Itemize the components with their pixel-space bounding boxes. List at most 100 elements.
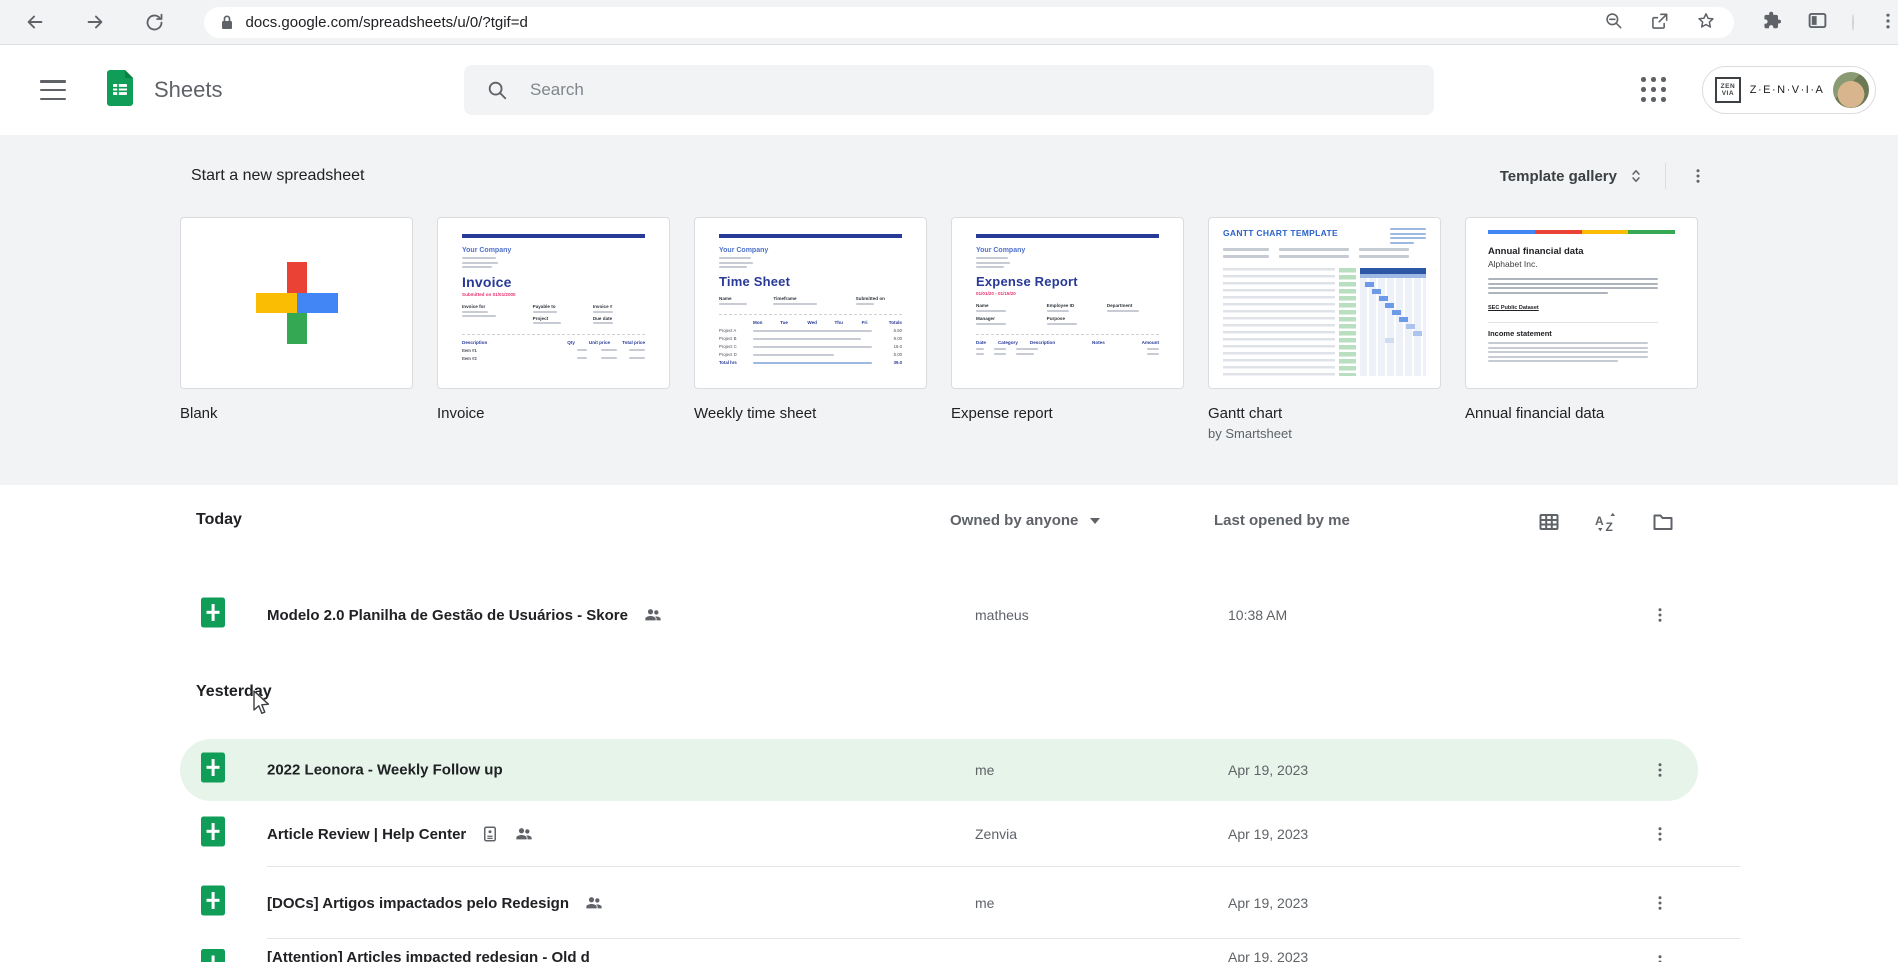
- file-owner: me: [975, 895, 995, 911]
- thumb-fields: Invoice for Payable to Project Invoice # D…: [462, 304, 645, 327]
- template-card-annual: Annual financial data Alphabet Inc. SEC …: [1465, 217, 1698, 441]
- sort-az-icon: AZ: [1595, 512, 1615, 534]
- template-sublabel: by Smartsheet: [1208, 426, 1292, 441]
- google-color-bar: [1488, 230, 1675, 234]
- template-label: Weekly time sheet: [694, 405, 817, 422]
- template-card-blank: Blank: [180, 217, 413, 441]
- star-icon: [1698, 12, 1714, 28]
- owner-filter-button[interactable]: Owned by anyone: [950, 512, 1101, 529]
- template-label: Expense report: [951, 405, 1053, 422]
- file-owner: me: [975, 762, 995, 778]
- kebab-menu-icon: [1658, 763, 1662, 777]
- app-header: Sheets Search ZEN VIA Z·E·N·V·I·A: [0, 45, 1898, 135]
- browser-profile-button[interactable]: [1852, 13, 1855, 31]
- divider: [1665, 163, 1666, 189]
- last-opened-sort-button[interactable]: Last opened by me: [1214, 512, 1350, 529]
- forward-icon: [87, 15, 103, 29]
- file-owner: matheus: [975, 607, 1029, 623]
- puzzle-icon: [1764, 11, 1782, 29]
- google-plus-icon: [255, 262, 338, 344]
- folder-icon: [1653, 514, 1673, 530]
- sheets-file-icon: [201, 816, 225, 852]
- template-card-expense: Your Company Expense Report 01/01/20 - 0…: [951, 217, 1184, 441]
- extensions-button[interactable]: [1762, 10, 1783, 34]
- sheets-file-icon: [201, 597, 225, 633]
- sheets-logo-icon[interactable]: [100, 68, 140, 113]
- sort-az-button[interactable]: AZ: [1592, 508, 1620, 536]
- zenvia-logo: ZEN VIA: [1715, 77, 1741, 103]
- back-button[interactable]: [22, 9, 48, 35]
- caret-down-icon: [1090, 517, 1101, 524]
- thumb-text-block: [719, 257, 902, 268]
- share-icon: [1652, 13, 1668, 29]
- file-row[interactable]: Article Review | Help Center Zenvia Apr …: [0, 801, 1898, 867]
- search-input[interactable]: Search: [464, 65, 1434, 115]
- account-avatar[interactable]: [1833, 72, 1869, 108]
- template-section-header: Start a new spreadsheet Template gallery: [180, 135, 1710, 217]
- file-title: Modelo 2.0 Planilha de Gestão de Usuário…: [267, 606, 628, 624]
- browser-toolbar: docs.google.com/spreadsheets/u/0/?tgif=d: [0, 0, 1898, 45]
- row-menu-button[interactable]: [1647, 890, 1673, 916]
- file-row[interactable]: [DOCs] Artigos impactados pelo Redesign …: [0, 867, 1898, 939]
- bookmark-star-button[interactable]: [1696, 11, 1716, 34]
- browser-avatar: [1852, 13, 1855, 31]
- zoom-out-button[interactable]: [1604, 11, 1624, 34]
- file-row-selected[interactable]: 2022 Leonora - Weekly Follow up me Apr 1…: [0, 739, 1898, 801]
- kebab-menu-icon: [1696, 169, 1700, 183]
- address-bar-actions: [1604, 11, 1716, 34]
- mouse-cursor: [253, 690, 270, 714]
- file-row[interactable]: Modelo 2.0 Planilha de Gestão de Usuário…: [0, 583, 1898, 647]
- browser-menu-button[interactable]: [1878, 11, 1898, 34]
- kebab-menu-icon: [1658, 827, 1662, 841]
- row-menu-button[interactable]: [1647, 821, 1673, 847]
- open-file-picker-button[interactable]: [1649, 508, 1677, 536]
- shared-people-icon: [586, 897, 602, 909]
- google-apps-button[interactable]: [1641, 77, 1667, 103]
- account-switcher[interactable]: ZEN VIA Z·E·N·V·I·A: [1702, 66, 1876, 114]
- svg-text:Z: Z: [1606, 520, 1613, 534]
- file-row-partial[interactable]: [Attention] Articles impacted redesign -…: [0, 945, 1898, 962]
- template-options-button[interactable]: [1686, 164, 1710, 188]
- address-bar[interactable]: docs.google.com/spreadsheets/u/0/?tgif=d: [203, 6, 1735, 38]
- side-panel-icon: [1808, 12, 1827, 29]
- template-card-timesheet: Your Company Time Sheet Name Timeframe S…: [694, 217, 927, 441]
- template-label: Invoice: [437, 405, 485, 422]
- template-thumbnail-gantt[interactable]: GANTT CHART TEMPLATE: [1208, 217, 1441, 389]
- kebab-menu-icon: [1886, 13, 1890, 28]
- back-icon: [27, 15, 43, 29]
- grid-view-button[interactable]: [1535, 508, 1563, 536]
- badge-icon: [484, 826, 497, 842]
- thumb-text-block: [1488, 278, 1675, 294]
- svg-text:A: A: [1595, 514, 1604, 528]
- file-date: 10:38 AM: [1228, 607, 1288, 623]
- file-date: Apr 19, 2023: [1228, 826, 1309, 842]
- zoom-out-icon: [1606, 12, 1622, 28]
- row-menu-button[interactable]: [1647, 949, 1673, 962]
- thumb-text-block: [1390, 228, 1426, 246]
- file-title: Article Review | Help Center: [267, 825, 467, 843]
- row-menu-button[interactable]: [1647, 602, 1673, 628]
- template-thumbnail-timesheet[interactable]: Your Company Time Sheet Name Timeframe S…: [694, 217, 927, 389]
- template-cards: Blank Your Company Invoice Submitted on …: [180, 217, 1710, 441]
- file-owner: Zenvia: [975, 826, 1018, 842]
- thumb-text-block: [976, 257, 1159, 268]
- row-menu-button[interactable]: [1647, 757, 1673, 783]
- template-thumbnail-invoice[interactable]: Your Company Invoice Submitted on 01/01/…: [437, 217, 670, 389]
- template-label: Annual financial data: [1465, 405, 1605, 422]
- share-button[interactable]: [1650, 11, 1670, 34]
- thumb-table-block: [1488, 342, 1675, 362]
- sheets-file-icon: [201, 949, 225, 962]
- section-heading-yesterday-wrap: Yesterday: [0, 680, 1898, 720]
- template-thumbnail-expense[interactable]: Your Company Expense Report 01/01/20 - 0…: [951, 217, 1184, 389]
- thumb-text-block: [462, 257, 645, 268]
- template-label: Blank: [180, 405, 218, 422]
- forward-button[interactable]: [82, 9, 108, 35]
- kebab-menu-icon: [1658, 955, 1662, 962]
- reload-button[interactable]: [142, 9, 168, 35]
- template-thumbnail-annual[interactable]: Annual financial data Alphabet Inc. SEC …: [1465, 217, 1698, 389]
- template-thumbnail-blank[interactable]: [180, 217, 413, 389]
- side-panel-button[interactable]: [1807, 10, 1828, 34]
- main-menu-button[interactable]: [40, 80, 66, 100]
- lock-icon: [221, 15, 232, 29]
- template-gallery-button[interactable]: Template gallery: [1500, 167, 1645, 185]
